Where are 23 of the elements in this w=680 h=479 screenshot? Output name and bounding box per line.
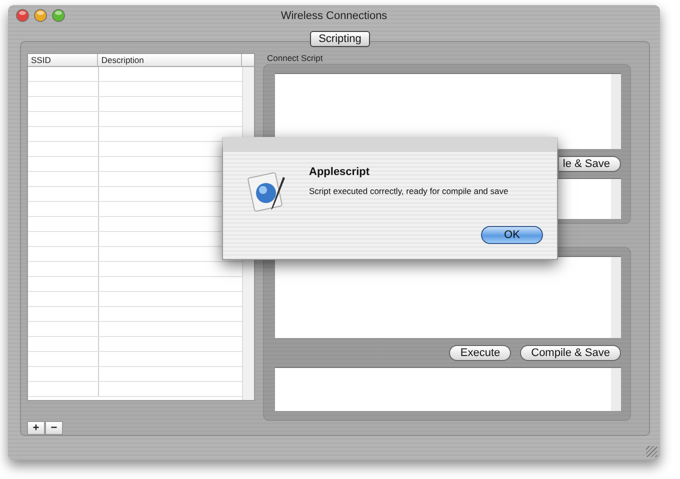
alert-message: Script executed correctly, ready for compile and save (309, 186, 508, 196)
close-button[interactable] (16, 9, 29, 22)
scripting-tab[interactable]: Scripting (310, 31, 370, 47)
resize-grip[interactable] (646, 446, 657, 457)
scrollbar[interactable] (611, 368, 621, 411)
column-header[interactable]: Description (98, 54, 242, 66)
column-header[interactable]: SSID (28, 54, 98, 66)
minimize-button[interactable] (34, 9, 47, 22)
text-area[interactable] (275, 367, 621, 411)
group-label: Connect Script (267, 53, 324, 64)
compile-save-button[interactable]: Compile & Save (520, 345, 621, 361)
scrollbar[interactable] (611, 74, 621, 149)
ok-button[interactable]: OK (481, 226, 543, 244)
remove-button[interactable]: − (45, 421, 63, 435)
alert-title: Applescript (309, 166, 371, 178)
text-area[interactable] (275, 256, 621, 338)
zoom-button[interactable] (52, 9, 65, 22)
scrollbar[interactable] (611, 178, 621, 219)
add-button[interactable]: + (27, 421, 45, 435)
scrollbar[interactable] (611, 257, 621, 338)
execute-button[interactable]: Execute (449, 345, 512, 361)
window-title: Wireless Connections (280, 10, 388, 22)
compile-save-button[interactable]: le & Save (558, 156, 621, 172)
